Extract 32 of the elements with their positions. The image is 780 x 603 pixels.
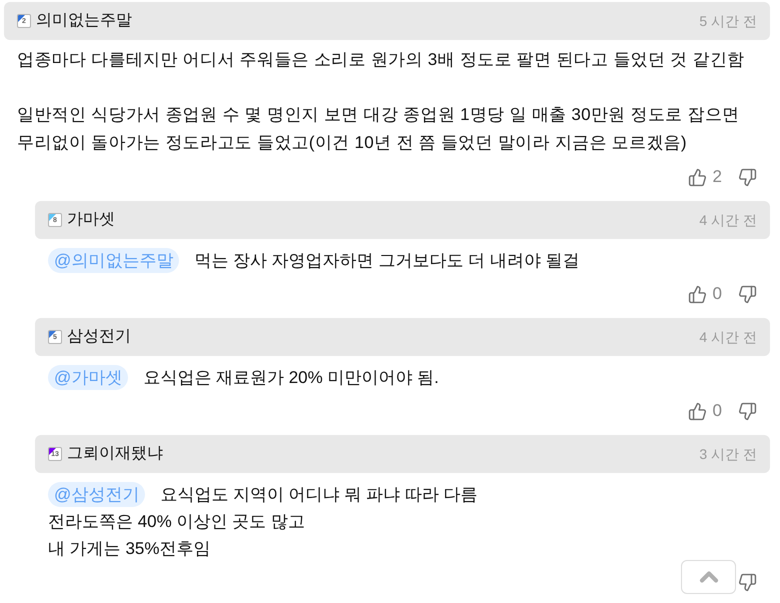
thumbs-up-icon <box>688 168 707 186</box>
like-button[interactable]: 0 <box>688 401 722 421</box>
thumbs-up-icon <box>688 402 707 420</box>
comment-text: 요식업은 재료원가 20% 미만이어야 됨. <box>143 367 439 389</box>
thumbs-up-icon <box>688 284 707 304</box>
comment-text: 업종마다 다를테지만 어디서 주워들은 소리로 원가의 3배 정도로 팔면 된다고 들었던 것 같긴함 <box>17 49 746 71</box>
comment-text: 일반적인 식당가서 종업원 수 몇 명인지 보면 대강 종업원 1명당 일 매출 30만원 정도로 잡으면 무리없이 돌아가는 정도라고도 들었고(이건 10년 전 쯤 들었던 말이라 지금은 모르겠음) <box>17 104 740 154</box>
dislike-button[interactable] <box>738 284 757 304</box>
thumbs-down-icon <box>738 168 757 186</box>
thumbs-down-icon <box>738 402 757 420</box>
mention-tag[interactable]: @가마셋 <box>48 365 128 390</box>
dislike-button[interactable] <box>738 168 757 186</box>
comment-time: 4 시간 전 <box>699 328 757 346</box>
thumbs-down-icon <box>738 284 757 304</box>
like-button[interactable]: 0 <box>688 284 722 304</box>
comment-text: 전라도쪽은 40% 이상인 곳도 많고 <box>48 511 305 533</box>
author-name[interactable]: 삼성전기 <box>67 327 131 347</box>
author-name[interactable]: 의미없는주말 <box>36 11 132 31</box>
mention-tag[interactable]: @의미없는주말 <box>48 248 180 273</box>
mention-tag[interactable]: @삼성전기 <box>48 482 146 507</box>
comment-text: 먹는 장사 자영업자하면 그거보다도 더 내려야 될걸 <box>194 250 580 272</box>
comment-time: 4 시간 전 <box>699 211 757 229</box>
comment-text: 요식업도 지역이 어디냐 뭐 파냐 따라 다름 <box>160 484 478 506</box>
thumbs-down-icon <box>738 572 757 592</box>
author-name[interactable]: 그뢰이재됐냐 <box>67 444 163 464</box>
like-button[interactable]: 2 <box>688 167 722 187</box>
dislike-button[interactable] <box>738 572 757 592</box>
comment-time: 5 시간 전 <box>699 12 757 30</box>
comment-text: 내 가게는 35%전후임 <box>48 538 210 560</box>
comment-time: 3 시간 전 <box>699 445 757 463</box>
dislike-button[interactable] <box>738 402 757 420</box>
author-name[interactable]: 가마셋 <box>67 210 115 230</box>
